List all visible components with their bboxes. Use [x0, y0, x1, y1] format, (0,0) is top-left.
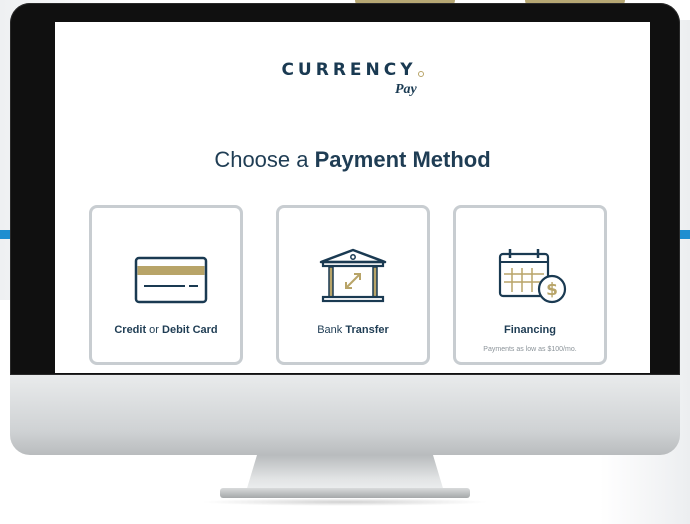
calendar-dollar-icon: $ [456, 246, 604, 306]
credit-card-icon [92, 246, 240, 306]
payment-option-card[interactable]: $ Financing Payments as low as $100/mo. [453, 205, 607, 365]
svg-text:$: $ [546, 280, 558, 300]
page-title-bold: Payment Method [314, 147, 491, 172]
monitor-frame: CURRENCY Pay Choose a Payment Method Cre… [10, 3, 680, 375]
monitor-stand-shadow [200, 498, 490, 506]
label-transfer: Transfer [345, 324, 389, 336]
logo-subtitle: Pay [395, 82, 417, 97]
bank-building-icon [279, 246, 427, 306]
label-credit: Credit [114, 324, 147, 336]
page-title-light: Choose a [214, 147, 315, 172]
label-bank: Bank [317, 324, 346, 336]
monitor-stand-base [220, 488, 470, 498]
logo-wordmark: CURRENCY [281, 60, 424, 80]
label-financing: Financing [504, 324, 556, 336]
brand-logo: CURRENCY Pay [55, 60, 650, 97]
payment-option-card[interactable]: Bank Transfer [276, 205, 430, 365]
payment-option-label: Credit or Debit Card [92, 324, 240, 336]
page-title: Choose a Payment Method [55, 147, 650, 173]
payment-option-label: Financing [456, 324, 604, 336]
payment-option-subtitle: Payments as low as $100/mo. [483, 346, 577, 353]
logo-dot-icon [417, 71, 424, 77]
payment-option-card[interactable]: Credit or Debit Card [89, 205, 243, 365]
monitor-screen: CURRENCY Pay Choose a Payment Method Cre… [55, 22, 650, 373]
monitor-chin [10, 375, 680, 455]
payment-option-label: Bank Transfer [279, 324, 427, 336]
label-or: or [146, 324, 163, 336]
label-debit-card: Debit Card [162, 324, 218, 336]
